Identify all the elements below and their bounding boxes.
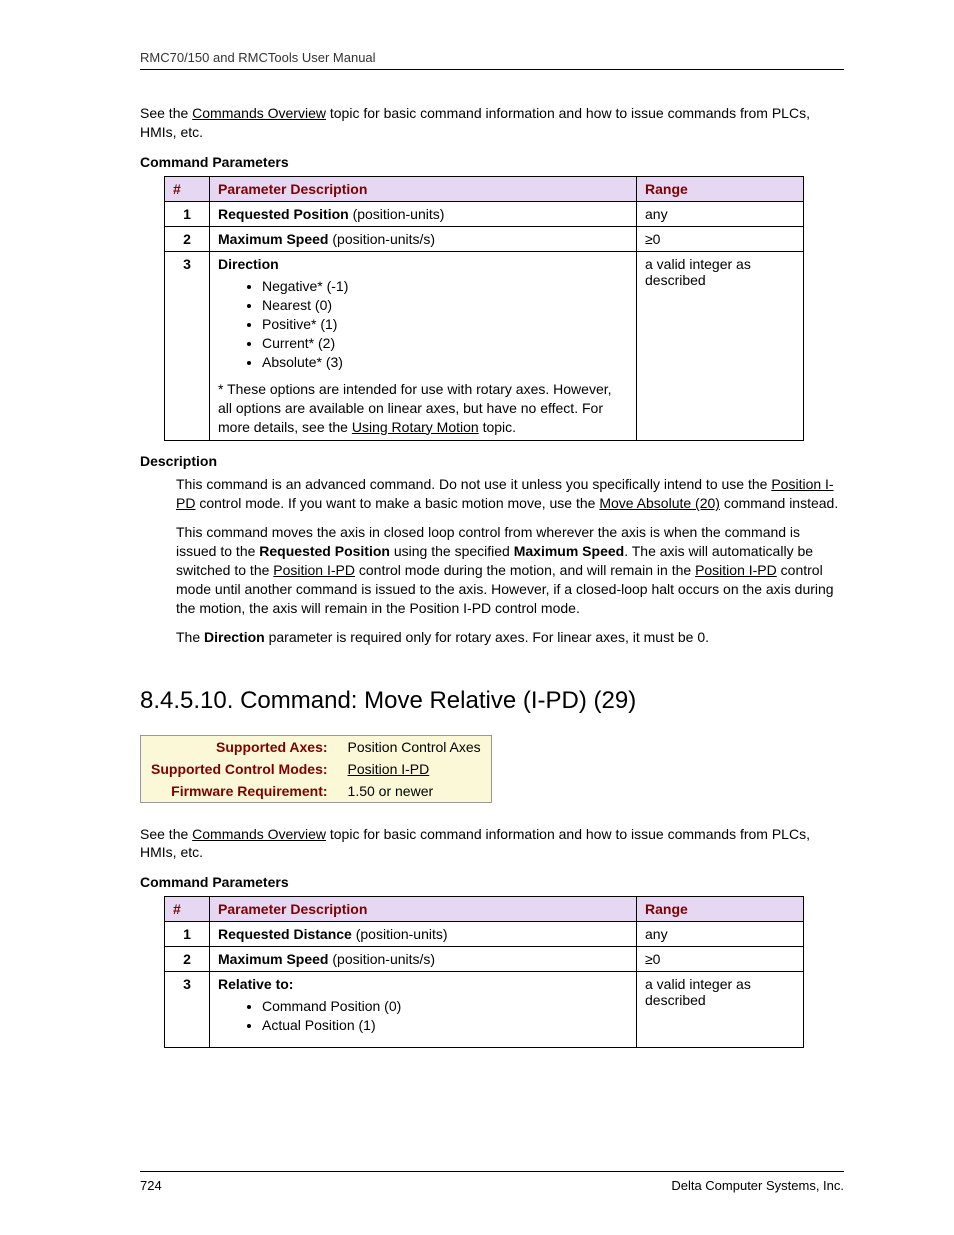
text: This command is an advanced command. Do …: [176, 476, 771, 492]
table-row: 2 Maximum Speed (position-units/s) ≥0: [165, 947, 804, 972]
row-range: a valid integer as described: [637, 972, 804, 1048]
text: See the: [140, 826, 192, 842]
row-range: any: [637, 201, 804, 226]
link-commands-overview[interactable]: Commands Overview: [192, 826, 326, 842]
row-desc: Requested Distance (position-units): [210, 922, 637, 947]
desc-paragraph-1: This command is an advanced command. Do …: [176, 475, 844, 513]
text: parameter is required only for rotary ax…: [265, 629, 709, 645]
infobox-value: Position I-PD: [338, 758, 492, 780]
param-name: Direction: [218, 256, 279, 272]
heading-command-parameters-2: Command Parameters: [140, 874, 844, 890]
col-range: Range: [637, 897, 804, 922]
text: command instead.: [720, 495, 838, 511]
table-row: 3 Relative to: Command Position (0) Actu…: [165, 972, 804, 1048]
link-position-ipd[interactable]: Position I-PD: [695, 562, 777, 578]
list-item: Actual Position (1): [262, 1017, 628, 1033]
table-row: 2 Maximum Speed (position-units/s) ≥0: [165, 226, 804, 251]
heading-description: Description: [140, 453, 844, 469]
param-name: Relative to:: [218, 976, 293, 992]
link-position-ipd[interactable]: Position I-PD: [348, 761, 430, 777]
row-num: 3: [165, 251, 210, 441]
param-unit: (position-units): [352, 926, 448, 942]
list-item: Positive* (1): [262, 316, 628, 332]
param-unit: (position-units/s): [328, 231, 435, 247]
infobox-value: 1.50 or newer: [338, 780, 492, 803]
text: The: [176, 629, 204, 645]
table-row: 1 Requested Distance (position-units) an…: [165, 922, 804, 947]
link-position-ipd[interactable]: Position I-PD: [273, 562, 355, 578]
page-number: 724: [140, 1178, 162, 1193]
list-item: Command Position (0): [262, 998, 628, 1014]
row-range: ≥0: [637, 226, 804, 251]
row-range: any: [637, 922, 804, 947]
col-desc: Parameter Description: [210, 897, 637, 922]
table-row: 1 Requested Position (position-units) an…: [165, 201, 804, 226]
parameters-table-2: # Parameter Description Range 1 Requeste…: [164, 896, 804, 1048]
infobox-label: Supported Control Modes:: [141, 758, 338, 780]
row-num: 3: [165, 972, 210, 1048]
row-desc: Maximum Speed (position-units/s): [210, 226, 637, 251]
direction-options: Negative* (-1) Nearest (0) Positive* (1)…: [218, 278, 628, 370]
param-name: Maximum Speed: [218, 951, 328, 967]
intro-paragraph: See the Commands Overview topic for basi…: [140, 104, 844, 142]
row-desc: Relative to: Command Position (0) Actual…: [210, 972, 637, 1048]
section-title: 8.4.5.10. Command: Move Relative (I-PD) …: [140, 687, 844, 715]
link-commands-overview[interactable]: Commands Overview: [192, 105, 326, 121]
text: See the: [140, 105, 192, 121]
row-desc: Direction Negative* (-1) Nearest (0) Pos…: [210, 251, 637, 441]
bold-text: Direction: [204, 629, 265, 645]
row-range: a valid integer as described: [637, 251, 804, 441]
infobox-label: Firmware Requirement:: [141, 780, 338, 803]
list-item: Negative* (-1): [262, 278, 628, 294]
relative-to-options: Command Position (0) Actual Position (1): [218, 998, 628, 1033]
row-range: ≥0: [637, 947, 804, 972]
text: using the specified: [390, 543, 514, 559]
list-item: Current* (2): [262, 335, 628, 351]
col-num: #: [165, 897, 210, 922]
desc-paragraph-2: This command moves the axis in closed lo…: [176, 523, 844, 617]
parameters-table-1: # Parameter Description Range 1 Requeste…: [164, 176, 804, 442]
desc-paragraph-3: The Direction parameter is required only…: [176, 628, 844, 647]
row-num: 1: [165, 201, 210, 226]
param-name: Requested Position: [218, 206, 349, 222]
table-row: 3 Direction Negative* (-1) Nearest (0) P…: [165, 251, 804, 441]
col-num: #: [165, 176, 210, 201]
param-name: Maximum Speed: [218, 231, 328, 247]
description-block: This command is an advanced command. Do …: [176, 475, 844, 646]
page-footer: 724 Delta Computer Systems, Inc.: [140, 1171, 844, 1193]
infobox-label: Supported Axes:: [141, 735, 338, 758]
text: topic.: [479, 419, 516, 435]
row-num: 2: [165, 226, 210, 251]
param-unit: (position-units/s): [328, 951, 435, 967]
param-unit: (position-units): [349, 206, 445, 222]
bold-text: Requested Position: [259, 543, 390, 559]
running-header: RMC70/150 and RMCTools User Manual: [140, 50, 844, 70]
text: control mode during the motion, and will…: [355, 562, 695, 578]
infobox-value: Position Control Axes: [338, 735, 492, 758]
list-item: Nearest (0): [262, 297, 628, 313]
command-infobox: Supported Axes: Position Control Axes Su…: [140, 735, 492, 803]
list-item: Absolute* (3): [262, 354, 628, 370]
footer-company: Delta Computer Systems, Inc.: [671, 1178, 844, 1193]
text: control mode. If you want to make a basi…: [195, 495, 599, 511]
param-name: Requested Distance: [218, 926, 352, 942]
row-num: 2: [165, 947, 210, 972]
row-desc: Maximum Speed (position-units/s): [210, 947, 637, 972]
link-using-rotary-motion[interactable]: Using Rotary Motion: [352, 419, 479, 435]
col-range: Range: [637, 176, 804, 201]
col-desc: Parameter Description: [210, 176, 637, 201]
row-num: 1: [165, 922, 210, 947]
heading-command-parameters: Command Parameters: [140, 154, 844, 170]
intro-paragraph-2: See the Commands Overview topic for basi…: [140, 825, 844, 863]
bold-text: Maximum Speed: [514, 543, 624, 559]
row-desc: Requested Position (position-units): [210, 201, 637, 226]
direction-footnote: * These options are intended for use wit…: [218, 380, 628, 437]
link-move-absolute-20[interactable]: Move Absolute (20): [599, 495, 720, 511]
